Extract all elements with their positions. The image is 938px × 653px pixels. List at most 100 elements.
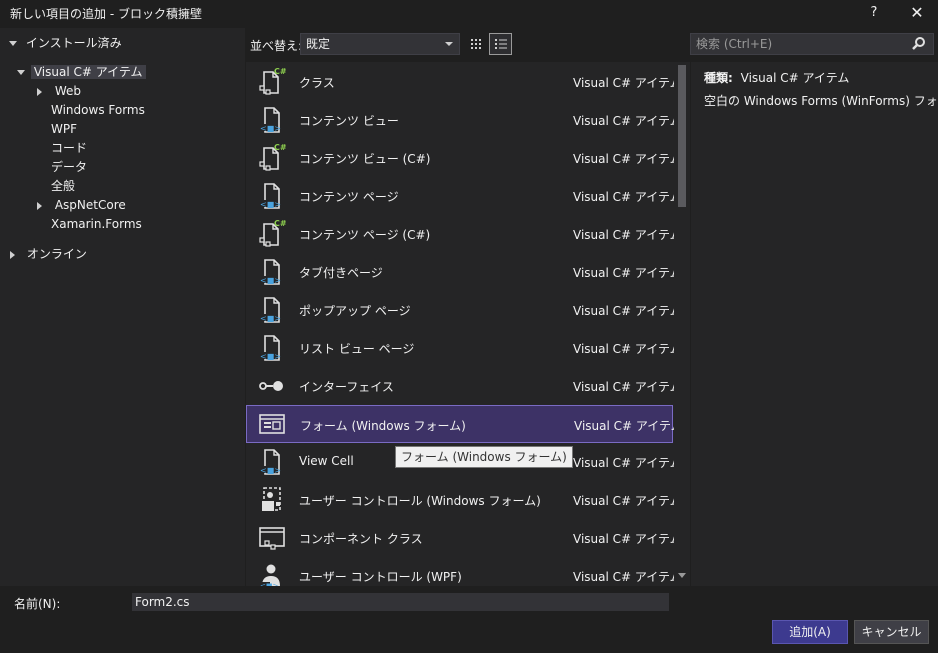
tree-item-label: オンライン xyxy=(26,247,87,261)
template-item[interactable]: <■> タブ付きページ Visual C# アイテム xyxy=(246,253,682,291)
tree-item-data[interactable]: データ xyxy=(51,158,87,177)
template-name: コンテンツ ページ (C#) xyxy=(299,228,431,242)
template-item[interactable]: C# クラス Visual C# アイテム xyxy=(246,63,682,101)
scroll-thumb[interactable] xyxy=(678,65,686,207)
user-control-icon xyxy=(256,484,286,514)
template-name: クラス xyxy=(299,76,335,90)
xaml-file-icon: <■> xyxy=(256,332,286,362)
scroll-down-icon[interactable] xyxy=(678,573,686,578)
svg-text:C#: C# xyxy=(274,219,286,228)
tree-item-aspnetcore[interactable]: AspNetCore xyxy=(37,196,126,215)
help-button[interactable]: ? xyxy=(866,3,882,23)
template-type: Visual C# アイテム xyxy=(573,152,682,166)
template-name: フォーム (Windows フォーム) xyxy=(300,419,466,433)
interface-icon xyxy=(256,370,286,400)
list-view-button[interactable] xyxy=(489,33,512,55)
tree-item-installed[interactable]: インストール済み xyxy=(9,34,122,53)
tree-item-web[interactable]: Web xyxy=(37,82,81,101)
tree-item-visual-csharp[interactable]: Visual C# アイテム xyxy=(17,63,146,82)
tree-item-wpf[interactable]: WPF xyxy=(51,120,77,139)
template-item[interactable]: <■> ユーザー コントロール (WPF) Visual C# アイテム xyxy=(246,557,682,586)
template-item[interactable]: ユーザー コントロール (Windows フォーム) Visual C# アイテム xyxy=(246,481,682,519)
xaml-file-icon: <■> xyxy=(256,256,286,286)
template-item[interactable]: C# コンテンツ ページ (C#) Visual C# アイテム xyxy=(246,215,682,253)
template-type: Visual C# アイテム xyxy=(573,532,682,546)
list-view-icon xyxy=(495,39,507,49)
template-name: View Cell xyxy=(299,454,354,468)
tree-item-general[interactable]: 全般 xyxy=(51,177,75,196)
sort-value: 既定 xyxy=(306,37,331,51)
tree-item-online[interactable]: オンライン xyxy=(10,245,87,264)
template-name: コンテンツ ページ xyxy=(299,190,399,204)
details-panel: 種類: Visual C# アイテム 空白の Windows Forms (Wi… xyxy=(691,62,938,586)
chevron-down-icon xyxy=(445,42,453,46)
tree-item-label: Visual C# アイテム xyxy=(30,65,146,79)
detail-type-value: Visual C# アイテム xyxy=(740,71,850,85)
cancel-button[interactable]: キャンセル xyxy=(854,620,929,644)
template-type: Visual C# アイテム xyxy=(573,76,682,90)
sort-label: 並べ替え: xyxy=(250,39,303,53)
template-item[interactable]: C# コンテンツ ビュー (C#) Visual C# アイテム xyxy=(246,139,682,177)
component-class-icon xyxy=(256,522,286,552)
class-csharp-icon: C# xyxy=(256,218,287,248)
svg-text:<■>: <■> xyxy=(260,466,281,475)
template-list: C# クラス Visual C# アイテム <■> コンテンツ ビュー Visual… xyxy=(246,62,690,586)
template-name: ユーザー コントロール (Windows フォーム) xyxy=(299,494,541,508)
template-name: コンテンツ ビュー xyxy=(299,114,399,128)
template-item[interactable]: <■> ポップアップ ページ Visual C# アイテム xyxy=(246,291,682,329)
tree-item-windows-forms[interactable]: Windows Forms xyxy=(51,101,145,120)
template-item[interactable]: <■> コンテンツ ページ Visual C# アイテム xyxy=(246,177,682,215)
template-name: コンポーネント クラス xyxy=(299,532,423,546)
template-type: Visual C# アイテム xyxy=(573,456,682,470)
template-item[interactable]: インターフェイス Visual C# アイテム xyxy=(246,367,682,405)
template-name: リスト ビュー ページ xyxy=(299,342,415,356)
template-name: ポップアップ ページ xyxy=(299,304,411,318)
template-type: Visual C# アイテム xyxy=(573,342,682,356)
detail-description: 空白の Windows Forms (WinForms) フォーム xyxy=(704,94,938,108)
scrollbar[interactable] xyxy=(674,62,690,586)
add-button[interactable]: 追加(A) xyxy=(772,620,848,644)
detail-type-label: 種類: xyxy=(704,71,733,85)
name-field[interactable] xyxy=(132,593,669,611)
collapse-arrow-icon xyxy=(37,201,42,210)
xaml-file-icon: <■> xyxy=(256,446,286,476)
tree-item-label: Web xyxy=(54,84,81,98)
search-icon[interactable] xyxy=(911,36,927,52)
svg-text:<■>: <■> xyxy=(260,276,281,285)
template-type: Visual C# アイテム xyxy=(573,228,682,242)
svg-text:<■>: <■> xyxy=(260,124,281,133)
template-type: Visual C# アイテム xyxy=(573,190,682,204)
grid-view-button[interactable] xyxy=(466,34,486,54)
svg-text:<■>: <■> xyxy=(260,352,281,361)
grid-view-icon xyxy=(471,39,481,49)
template-name: タブ付きページ xyxy=(299,266,383,280)
name-label: 名前(N): xyxy=(14,597,61,611)
tree-item-xamarin-forms[interactable]: Xamarin.Forms xyxy=(51,215,142,234)
search-input[interactable]: 検索 (Ctrl+E) xyxy=(690,33,934,55)
window-title: 新しい項目の追加 - ブロック積擁壁 xyxy=(10,7,202,21)
svg-text:C#: C# xyxy=(274,143,286,152)
tooltip: フォーム (Windows フォーム) xyxy=(395,446,573,468)
template-type: Visual C# アイテム xyxy=(573,114,682,128)
template-item[interactable]: <■> コンテンツ ビュー Visual C# アイテム xyxy=(246,101,682,139)
category-tree: インストール済み Visual C# アイテム Web Windows Form… xyxy=(0,28,245,586)
template-type: Visual C# アイテム xyxy=(574,419,683,433)
expand-arrow-icon xyxy=(17,70,25,75)
template-type: Visual C# アイテム xyxy=(573,494,682,508)
template-item[interactable]: コンポーネント クラス Visual C# アイテム xyxy=(246,519,682,557)
template-name: ユーザー コントロール (WPF) xyxy=(299,570,462,584)
xaml-file-icon: <■> xyxy=(256,294,286,324)
template-type: Visual C# アイテム xyxy=(573,380,682,394)
tree-item-code[interactable]: コード xyxy=(51,139,87,158)
template-type: Visual C# アイテム xyxy=(573,266,682,280)
template-item[interactable]: フォーム (Windows フォーム) Visual C# アイテム xyxy=(246,405,683,443)
tree-item-label: AspNetCore xyxy=(54,198,126,212)
sort-dropdown[interactable]: 既定 xyxy=(300,33,460,55)
user-control-wpf-icon: <■> xyxy=(256,560,286,586)
template-name: コンテンツ ビュー (C#) xyxy=(299,152,431,166)
detail-type: 種類: Visual C# アイテム xyxy=(704,69,849,86)
expand-arrow-icon xyxy=(9,41,17,46)
close-button[interactable]: ✕ xyxy=(906,2,928,24)
template-item[interactable]: <■> リスト ビュー ページ Visual C# アイテム xyxy=(246,329,682,367)
class-csharp-icon: C# xyxy=(256,142,287,172)
